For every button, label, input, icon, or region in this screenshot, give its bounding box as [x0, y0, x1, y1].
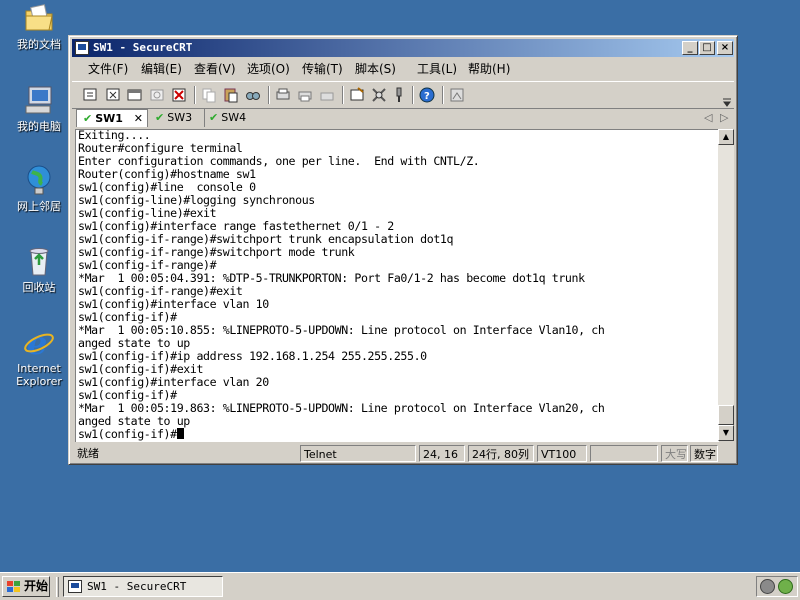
- menu-options[interactable]: 选项(O): [247, 61, 290, 77]
- recycle-bin-icon: [23, 245, 55, 277]
- tab-scroll-right-icon[interactable]: ▷: [720, 109, 728, 127]
- connected-check-icon: ✔: [83, 112, 93, 125]
- quick-connect-icon[interactable]: [104, 86, 122, 104]
- securecrt-app-icon[interactable]: [75, 41, 89, 55]
- scroll-up-button[interactable]: ▲: [718, 129, 734, 145]
- paste-icon[interactable]: [222, 86, 240, 104]
- terminal-output[interactable]: Exiting.... Router#configure terminal Ente…: [75, 129, 719, 442]
- connected-check-icon: ✔: [209, 111, 219, 124]
- disconnect-icon[interactable]: [170, 86, 188, 104]
- menu-script[interactable]: 脚本(S): [355, 61, 396, 77]
- desktop-icon-label: 回收站: [22, 281, 56, 294]
- desktop-icon-network[interactable]: 网上邻居: [10, 164, 68, 213]
- reconnect-icon[interactable]: [148, 86, 166, 104]
- desktop-icon-label: 我的文档: [17, 38, 61, 51]
- scroll-thumb[interactable]: [718, 405, 734, 425]
- toolbar-overflow-icon[interactable]: [722, 96, 732, 107]
- toolbar-separator: [268, 86, 270, 104]
- toolbar-separator: [442, 86, 444, 104]
- desktop-icon-label: Internet Explorer: [16, 362, 62, 388]
- about-icon[interactable]: [448, 86, 466, 104]
- toolbar: ?: [72, 81, 734, 109]
- taskbar-button-label: SW1 - SecureCRT: [87, 580, 187, 593]
- print-selection-icon[interactable]: [296, 86, 314, 104]
- connect-tab-icon[interactable]: [126, 86, 144, 104]
- taskbar-handle[interactable]: [56, 577, 59, 597]
- find-icon[interactable]: [244, 86, 262, 104]
- status-protocol: Telnet: [300, 445, 416, 462]
- tray-settings-icon[interactable]: [760, 579, 775, 594]
- window-title: SW1 - SecureCRT: [93, 41, 193, 54]
- connected-check-icon: ✔: [155, 111, 165, 124]
- session-tab-bar: ✔ SW1 ✕ ✔ SW3 ✔ SW4 ◁ ▷: [72, 109, 734, 129]
- scroll-down-button[interactable]: ▼: [718, 425, 734, 441]
- toolbar-separator: [412, 86, 414, 104]
- minimize-button[interactable]: _: [682, 41, 698, 55]
- menu-edit[interactable]: 编辑(E): [141, 61, 182, 77]
- status-bar: 就绪 Telnet 24, 16 24行, 80列 VT100 大写 数字: [72, 444, 734, 463]
- menu-file[interactable]: 文件(F): [88, 61, 128, 77]
- tab-label: SW1: [95, 112, 123, 125]
- tab-label: SW3: [167, 111, 193, 124]
- securecrt-app-icon: [68, 580, 82, 593]
- menu-transfer[interactable]: 传输(T): [302, 61, 343, 77]
- tab-label: SW4: [221, 111, 247, 124]
- connect-icon[interactable]: [82, 86, 100, 104]
- global-options-icon[interactable]: [370, 86, 388, 104]
- status-emulation: VT100: [537, 445, 587, 462]
- tab-sw4[interactable]: ✔ SW4: [204, 109, 254, 127]
- network-globe-icon: [23, 164, 55, 196]
- toolbar-separator: [194, 86, 196, 104]
- session-options-icon[interactable]: [348, 86, 366, 104]
- desktop-icon-label: 我的电脑: [17, 120, 61, 133]
- maximize-button[interactable]: □: [699, 41, 715, 55]
- computer-icon: [23, 84, 55, 116]
- close-tab-icon[interactable]: ✕: [134, 110, 143, 128]
- keymap-icon[interactable]: [390, 86, 408, 104]
- terminal-cursor: [176, 428, 184, 439]
- window-titlebar[interactable]: SW1 - SecureCRT _ □ ×: [72, 39, 734, 57]
- desktop-icon-my-computer[interactable]: 我的电脑: [10, 84, 68, 133]
- desktop-icon-internet-explorer[interactable]: e Internet Explorer: [10, 324, 68, 388]
- tab-sw1[interactable]: ✔ SW1 ✕: [76, 109, 148, 127]
- windows-flag-icon: [7, 580, 21, 592]
- securecrt-window: SW1 - SecureCRT _ □ × 文件(F) 编辑(E) 查看(V) …: [68, 35, 738, 465]
- svg-text:?: ?: [424, 91, 430, 102]
- desktop-icon-my-documents[interactable]: 我的文档: [10, 2, 68, 51]
- toolbar-separator: [342, 86, 344, 104]
- desktop-icon-label: 网上邻居: [17, 200, 61, 213]
- internet-explorer-icon: e: [23, 324, 55, 362]
- start-label: 开始: [24, 579, 49, 593]
- status-terminal-size: 24行, 80列: [468, 445, 534, 462]
- terminal-lines: Exiting.... Router#configure terminal Ente…: [78, 130, 605, 441]
- close-button[interactable]: ×: [717, 41, 733, 55]
- menu-tools[interactable]: 工具(L): [417, 61, 457, 77]
- system-tray: [756, 576, 798, 597]
- tab-scroll-left-icon[interactable]: ◁: [704, 109, 712, 127]
- taskbar: 开始 SW1 - SecureCRT: [0, 572, 800, 600]
- vertical-scrollbar[interactable]: ▲ ▼: [718, 129, 734, 441]
- desktop-icon-recycle-bin[interactable]: 回收站: [10, 245, 68, 294]
- tab-sw3[interactable]: ✔ SW3: [155, 109, 203, 127]
- print-setup-icon[interactable]: [318, 86, 336, 104]
- terminal-line: sw1(config-if)#: [78, 428, 604, 441]
- menu-help[interactable]: 帮助(H): [468, 61, 510, 77]
- status-num-lock: 数字: [690, 445, 718, 462]
- print-icon[interactable]: [274, 86, 292, 104]
- status-caps-lock: 大写: [661, 445, 688, 462]
- status-ready: 就绪: [77, 447, 99, 460]
- taskbar-button-securecrt[interactable]: SW1 - SecureCRT: [63, 576, 223, 597]
- tray-network-icon[interactable]: [778, 579, 793, 594]
- start-button[interactable]: 开始: [2, 576, 50, 597]
- help-icon[interactable]: ?: [418, 86, 436, 104]
- status-empty-pane: [590, 445, 658, 462]
- menu-bar: 文件(F) 编辑(E) 查看(V) 选项(O) 传输(T) 脚本(S) 工具(L…: [72, 59, 734, 79]
- copy-icon[interactable]: [200, 86, 218, 104]
- folder-icon: [23, 2, 55, 34]
- menu-view[interactable]: 查看(V): [194, 61, 236, 77]
- status-cursor-position: 24, 16: [419, 445, 465, 462]
